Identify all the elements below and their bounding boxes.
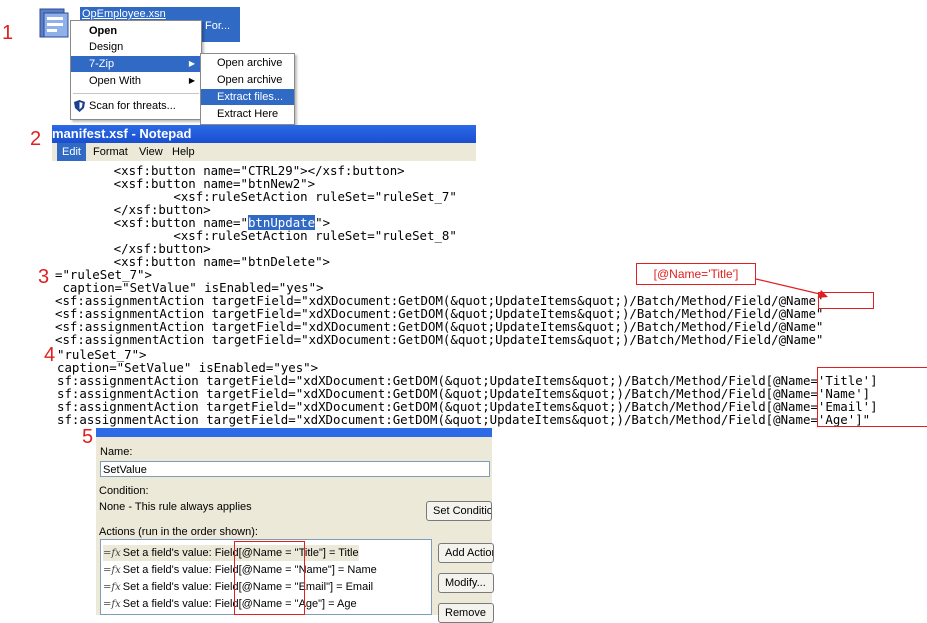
action-prefix: Set a field's value: Field	[122, 598, 239, 610]
function-icon: =fx	[103, 548, 121, 559]
submenu-arrow-icon: ▶	[188, 76, 195, 85]
condition-value: None - This rule always applies	[99, 501, 252, 513]
shield-icon	[74, 100, 85, 117]
menu-format[interactable]: Format	[88, 143, 133, 161]
remove-button[interactable]: Remove	[438, 603, 494, 623]
step-number-4: 4	[44, 344, 56, 366]
set-condition-button[interactable]: Set Condition...	[426, 501, 492, 521]
notepad-text-area[interactable]: <xsf:button name="CTRL29"></xsf:button> …	[52, 161, 476, 268]
modify-button[interactable]: Modify...	[438, 573, 494, 593]
menu-item-scan-threats[interactable]: Scan for threats...	[71, 98, 201, 114]
action-prefix: Set a field's value: Field	[122, 564, 239, 576]
highlight-box	[234, 541, 305, 615]
action-suffix: = Age	[325, 598, 357, 610]
action-suffix: = Title	[325, 547, 359, 559]
submenu-item-open-archive[interactable]: Open archive	[201, 55, 294, 71]
file-type-text: For...	[205, 20, 231, 32]
add-action-button[interactable]: Add Action...	[438, 543, 494, 563]
window-title: manifest.xsf - Notepad	[52, 126, 192, 141]
actions-label: Actions (run in the order shown):	[99, 526, 258, 538]
function-icon: =fx	[103, 599, 121, 610]
list-item[interactable]: =fx Set a field's value: Field[@Name = "A…	[103, 596, 357, 612]
action-prefix: Set a field's value: Field	[122, 547, 239, 559]
infopath-form-icon[interactable]	[36, 6, 72, 40]
section4-code: "ruleSet_7"> caption="SetValue" isEnable…	[57, 348, 878, 439]
menu-view[interactable]: View	[134, 143, 168, 161]
7zip-submenu: Open archive Open archive Extract files.…	[200, 53, 295, 125]
submenu-item-open-archive-2[interactable]: Open archive	[201, 72, 294, 88]
callout-arrow-icon	[755, 278, 828, 298]
action-suffix: = Email	[333, 581, 374, 593]
notepad-menu-bar: Edit Format View Help	[52, 143, 476, 161]
step-number-1: 1	[2, 22, 14, 44]
code-line: sf:assignmentAction targetField="xdXDocu…	[57, 412, 871, 427]
rule-dialog: Name: SetValue Condition: None - This ru…	[96, 437, 494, 623]
menu-edit[interactable]: Edit	[57, 143, 86, 161]
menu-item-label: 7-Zip	[89, 58, 115, 70]
dialog-title-bar	[96, 428, 492, 437]
submenu-item-extract-files[interactable]: Extract files...	[201, 89, 294, 105]
function-icon: =fx	[103, 565, 121, 576]
step-number-2: 2	[30, 128, 42, 150]
menu-item-label: Open With	[89, 75, 141, 87]
context-menu: Open Design 7-Zip ▶ Open With ▶ Scan for…	[70, 20, 202, 120]
submenu-arrow-icon: ▶	[188, 59, 195, 68]
callout-note: [@Name='Title']	[636, 263, 756, 285]
submenu-item-extract-here[interactable]: Extract Here	[201, 106, 294, 122]
menu-separator	[73, 93, 199, 94]
menu-item-label: Scan for threats...	[89, 100, 176, 112]
step-number-3: 3	[38, 266, 50, 288]
action-prefix: Set a field's value: Field	[122, 581, 239, 593]
code-line: <sf:assignmentAction targetField="xdXDoc…	[55, 332, 824, 347]
condition-label: Condition:	[99, 485, 149, 497]
function-icon: =fx	[103, 582, 121, 593]
menu-item-design[interactable]: Design	[71, 39, 201, 55]
menu-item-open-with[interactable]: Open With ▶	[71, 73, 201, 89]
file-name[interactable]: OpEmployee.xsn	[82, 8, 166, 20]
menu-help[interactable]: Help	[167, 143, 200, 161]
menu-item-7zip[interactable]: 7-Zip ▶	[71, 56, 201, 72]
list-item[interactable]: =fx Set a field's value: Field[@Name = "T…	[103, 545, 359, 561]
action-suffix: = Name	[334, 564, 377, 576]
section3-code: ="ruleSet_7"> caption="SetValue" isEnabl…	[55, 268, 823, 359]
rule-name-input[interactable]: SetValue	[100, 461, 490, 477]
notepad-title-bar: manifest.xsf - Notepad	[52, 125, 476, 143]
highlight-box	[817, 367, 927, 427]
menu-item-open[interactable]: Open	[71, 23, 201, 39]
step-number-5: 5	[82, 426, 94, 448]
name-label: Name:	[100, 446, 133, 458]
